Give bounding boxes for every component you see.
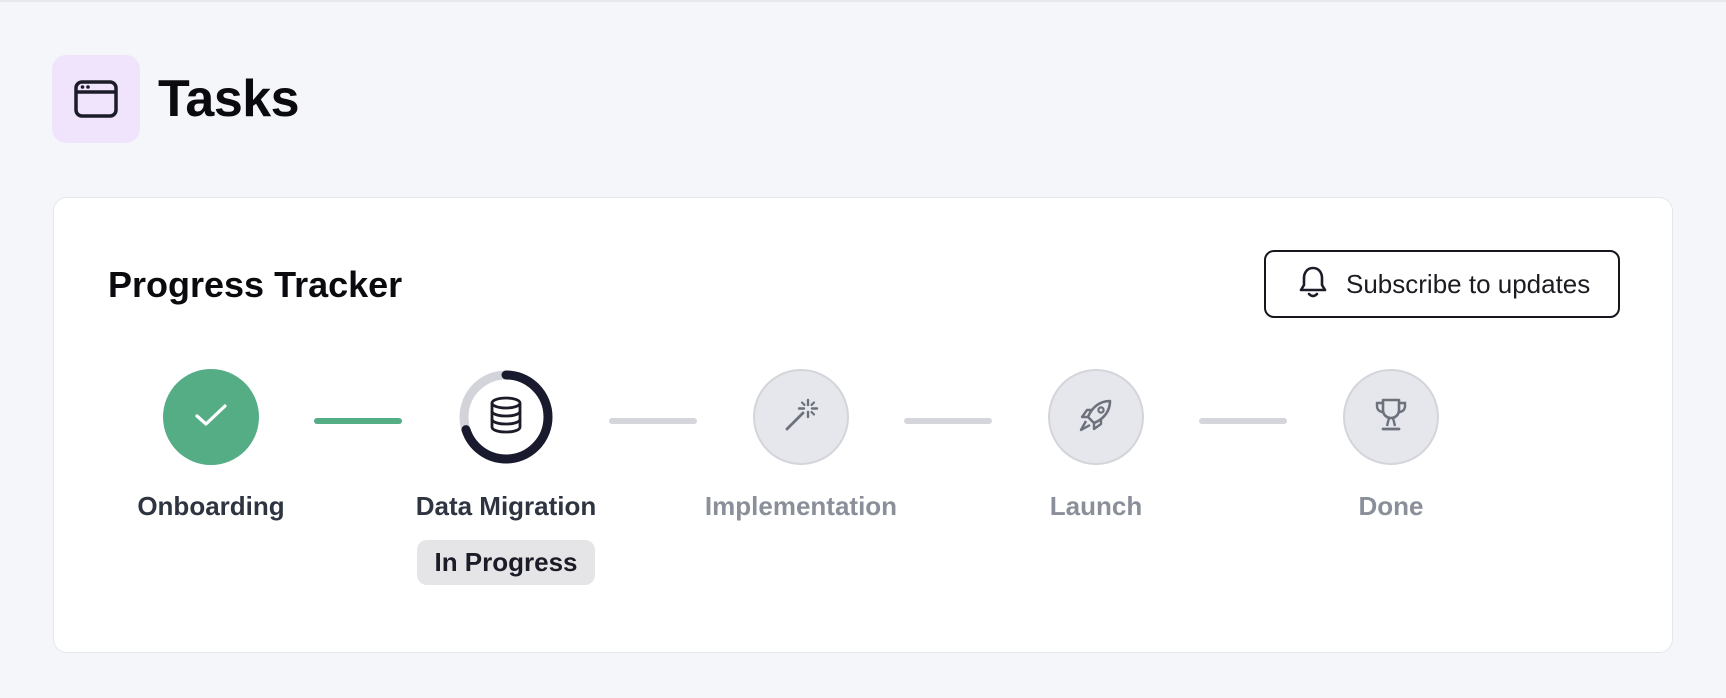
step-label: Data Migration [415, 491, 597, 521]
check-icon [193, 401, 229, 434]
step-circle-pending [753, 369, 849, 465]
step-done[interactable]: Done [1261, 369, 1521, 522]
page-title: Tasks [158, 70, 300, 128]
step-onboarding[interactable]: Onboarding [81, 369, 341, 522]
top-divider [0, 0, 1726, 2]
step-circle-pending [1343, 369, 1439, 465]
page-header: Tasks [52, 55, 300, 143]
step-label: Done [1358, 491, 1424, 521]
step-circle-current [458, 369, 554, 465]
step-label: Launch [1049, 491, 1143, 521]
stepper: Onboarding Data Migration In Progress Im… [54, 198, 1672, 652]
step-label: Implementation [704, 491, 898, 521]
step-label: Onboarding [137, 491, 285, 521]
progress-tracker-card: Progress Tracker Subscribe to updates On… [53, 197, 1673, 653]
trophy-icon [1372, 396, 1410, 439]
step-data-migration[interactable]: Data Migration In Progress [376, 369, 636, 585]
step-implementation[interactable]: Implementation [671, 369, 931, 522]
rocket-icon [1078, 397, 1114, 438]
browser-window-icon [52, 55, 140, 143]
status-badge: In Progress [417, 540, 595, 585]
database-icon [489, 396, 523, 439]
step-circle-complete [163, 369, 259, 465]
step-launch[interactable]: Launch [966, 369, 1226, 522]
step-circle-pending [1048, 369, 1144, 465]
magic-wand-icon [783, 397, 819, 438]
